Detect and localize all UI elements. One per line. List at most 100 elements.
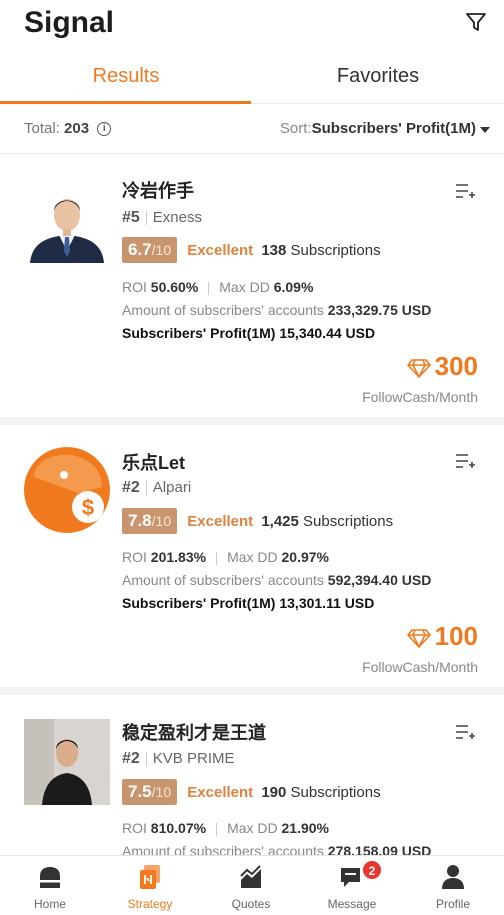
broker: KVB PRIME — [152, 750, 235, 767]
profit-row: Subscribers' Profit(1M) 13,301.11 USD — [122, 595, 374, 611]
results-summary: Total: 203 i Sort:Subscribers' Profit(1M… — [0, 104, 504, 154]
grade-label: Excellent — [187, 783, 254, 801]
rank: #2 — [122, 750, 140, 767]
total-label: Total: — [24, 120, 60, 137]
score-value: 6.7 — [128, 240, 152, 259]
subscriptions-count: 138 — [261, 241, 287, 259]
profit-value: 15,340.44 USD — [279, 325, 376, 341]
subscriptions: 138 Subscriptions — [261, 242, 380, 259]
svg-text:$: $ — [82, 495, 94, 520]
accounts-row: Amount of subscribers' accounts 592,394.… — [122, 572, 431, 588]
strategy-icon — [140, 865, 160, 889]
roi-value: 50.60% — [150, 279, 199, 295]
grade-label: Excellent — [187, 512, 254, 530]
accounts-row: Amount of subscribers' accounts 233,329.… — [122, 302, 431, 318]
avatar — [24, 719, 110, 805]
nav-home[interactable]: Home — [0, 856, 100, 915]
score-row: 7.8/10 Excellent 1,425 Subscriptions — [122, 508, 393, 534]
sort-label: Sort: — [279, 120, 312, 137]
score-badge: 6.7/10 — [122, 237, 178, 263]
avatar: $ — [24, 447, 110, 533]
broker: Exness — [152, 209, 202, 226]
roi-maxdd-row: ROI 810.07% Max DD 21.90% — [122, 820, 329, 836]
tab-results[interactable]: Results — [0, 52, 252, 104]
subscriptions-label: Subscriptions — [290, 783, 381, 801]
total-count: Total: 203 i — [24, 120, 112, 137]
message-badge: 2 — [362, 860, 382, 880]
nav-label: Home — [33, 897, 66, 911]
add-to-list-icon[interactable] — [454, 723, 476, 743]
divider — [145, 211, 147, 226]
add-to-list-icon[interactable] — [454, 182, 476, 202]
app-header: Signal — [0, 0, 504, 52]
profit-value: 13,301.11 USD — [279, 595, 375, 611]
card-divider — [0, 417, 504, 425]
score-row: 7.5/10 Excellent 190 Subscriptions — [122, 779, 381, 805]
rank-broker: #2 Alpari — [122, 479, 191, 497]
price-value: 300 — [434, 351, 478, 381]
score-row: 6.7/10 Excellent 138 Subscriptions — [122, 237, 381, 263]
quotes-icon — [240, 865, 261, 888]
sort-selector[interactable]: Sort:Subscribers' Profit(1M) — [280, 120, 476, 137]
profit-row: Subscribers' Profit(1M) 15,340.44 USD — [122, 325, 375, 341]
price-unit: FollowCash/Month — [362, 659, 478, 675]
diamond-icon — [406, 629, 431, 648]
profit-label: Subscribers' Profit(1M) — [122, 325, 276, 341]
filter-icon[interactable] — [464, 10, 488, 34]
roi-label: ROI — [122, 549, 147, 565]
page-title: Signal — [24, 6, 115, 39]
nav-strategy[interactable]: Strategy — [100, 856, 200, 915]
rank: #5 — [122, 209, 140, 226]
score-value: 7.8 — [128, 511, 152, 530]
signal-name[interactable]: 稳定盈利才是王道 — [122, 719, 266, 745]
grade-label: Excellent — [187, 241, 254, 259]
maxdd-label: Max DD — [227, 820, 278, 836]
signal-name[interactable]: 乐点Let — [122, 449, 185, 475]
accounts-value: 592,394.40 USD — [327, 572, 432, 588]
caret-down-icon[interactable] — [480, 127, 490, 133]
roi-value: 201.83% — [150, 549, 207, 565]
add-to-list-icon[interactable] — [454, 452, 476, 472]
signal-card[interactable]: 稳定盈利才是王道 #2 KVB PRIME 7.5/10 Excellent 19… — [0, 695, 504, 855]
maxdd-value: 21.90% — [281, 820, 329, 836]
tab-favorites[interactable]: Favorites — [252, 52, 504, 104]
nav-quotes[interactable]: Quotes — [201, 856, 301, 915]
maxdd-label: Max DD — [219, 279, 270, 295]
info-icon[interactable]: i — [97, 122, 112, 137]
score-value: 7.5 — [128, 782, 152, 801]
nav-message[interactable]: 2 Message — [302, 856, 402, 915]
roi-maxdd-row: ROI 201.83% Max DD 20.97% — [122, 549, 329, 565]
signal-name[interactable]: 冷岩作手 — [122, 177, 194, 203]
nav-label: Strategy — [127, 897, 173, 911]
nav-label: Message — [327, 897, 377, 911]
signal-card[interactable]: $ 乐点Let #2 Alpari 7.8/10 Excellent 1,425 … — [0, 425, 504, 687]
subscriptions-count: 1,425 — [261, 512, 299, 530]
broker: Alpari — [152, 479, 192, 496]
divider — [145, 752, 147, 767]
roi-value: 810.07% — [150, 820, 207, 836]
rank-broker: #2 KVB PRIME — [122, 750, 234, 768]
score-badge: 7.5/10 — [122, 779, 178, 805]
nav-profile[interactable]: Profile — [403, 856, 503, 915]
accounts-label: Amount of subscribers' accounts — [122, 572, 324, 588]
price-unit: FollowCash/Month — [362, 389, 478, 405]
price: 100 — [406, 621, 478, 652]
total-value: 203 — [64, 120, 90, 137]
price: 300 — [406, 351, 478, 382]
score-badge: 7.8/10 — [122, 508, 178, 534]
subscriptions: 190 Subscriptions — [261, 784, 380, 801]
profile-icon — [442, 865, 464, 889]
bottom-nav: Home Strategy Quotes 2 Message Profile — [0, 855, 504, 915]
avatar — [24, 177, 110, 263]
maxdd-value: 20.97% — [281, 549, 329, 565]
subscriptions-count: 190 — [261, 783, 287, 801]
signal-card[interactable]: 冷岩作手 #5 Exness 6.7/10 Excellent 138 Subsc… — [0, 155, 504, 417]
message-icon — [341, 868, 360, 887]
maxdd-label: Max DD — [227, 549, 278, 565]
nav-label: Quotes — [231, 897, 271, 911]
divider — [216, 822, 218, 836]
price-value: 100 — [434, 621, 478, 651]
subscriptions-label: Subscriptions — [290, 241, 381, 259]
home-icon — [40, 867, 60, 888]
rank-broker: #5 Exness — [122, 209, 202, 227]
